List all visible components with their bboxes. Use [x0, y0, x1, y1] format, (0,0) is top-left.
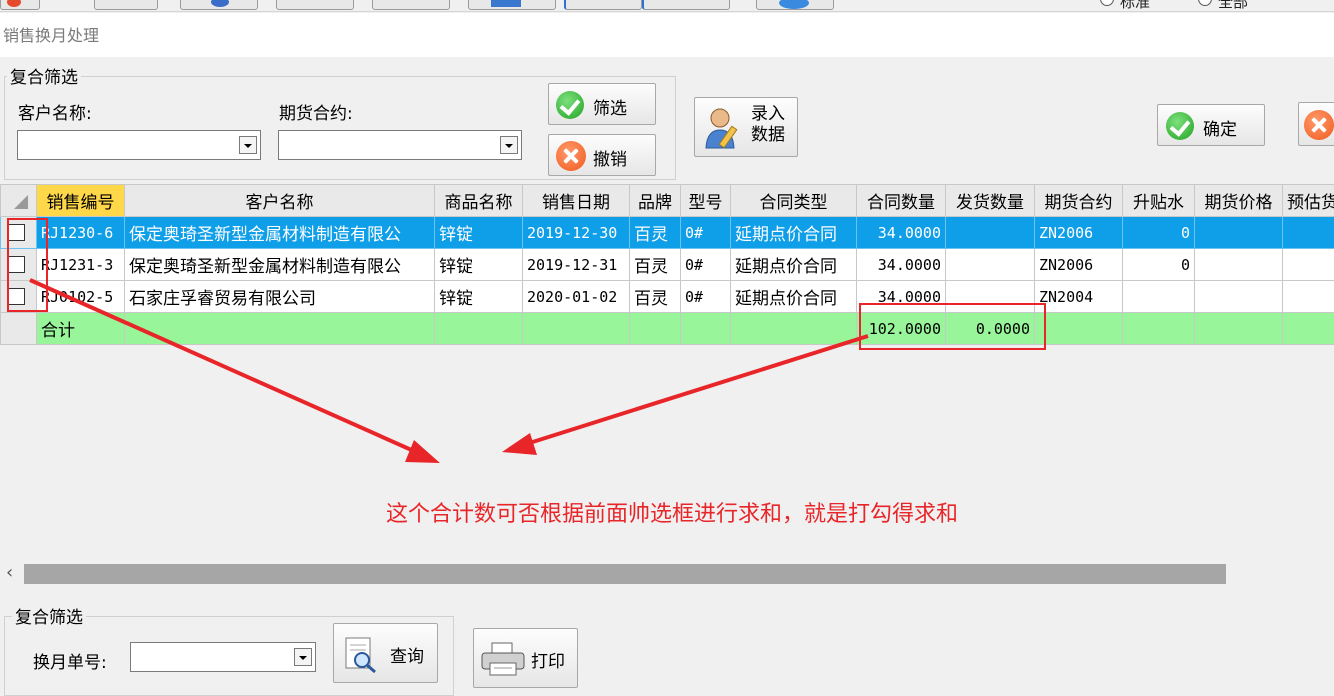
annotation-text: 这个合计数可否根据前面帅选框进行求和，就是打勾得求和	[386, 496, 958, 528]
annotation-arrowhead-left	[405, 440, 440, 463]
annotation-arrows	[0, 0, 1334, 691]
chevron-down-icon[interactable]	[294, 648, 312, 666]
month-no-label: 换月单号:	[33, 648, 107, 673]
annotation-arrowhead-right	[502, 433, 537, 455]
print-button-label: 打印	[531, 647, 565, 672]
annotation-arrow-right	[520, 336, 868, 446]
annotation-arrow-left	[30, 280, 425, 456]
query-button[interactable]: 查询	[333, 623, 438, 683]
scrollbar-thumb[interactable]	[24, 564, 1226, 584]
bottom-filter-legend: 复合筛选	[12, 603, 86, 628]
printer-icon	[480, 641, 526, 677]
search-document-icon	[344, 636, 378, 674]
print-button[interactable]: 打印	[473, 628, 578, 688]
month-no-combo[interactable]	[130, 642, 316, 672]
chevron-left-icon[interactable]: ‹	[6, 562, 13, 583]
query-button-label: 查询	[390, 642, 424, 667]
horizontal-scrollbar[interactable]: ‹	[0, 562, 1334, 586]
